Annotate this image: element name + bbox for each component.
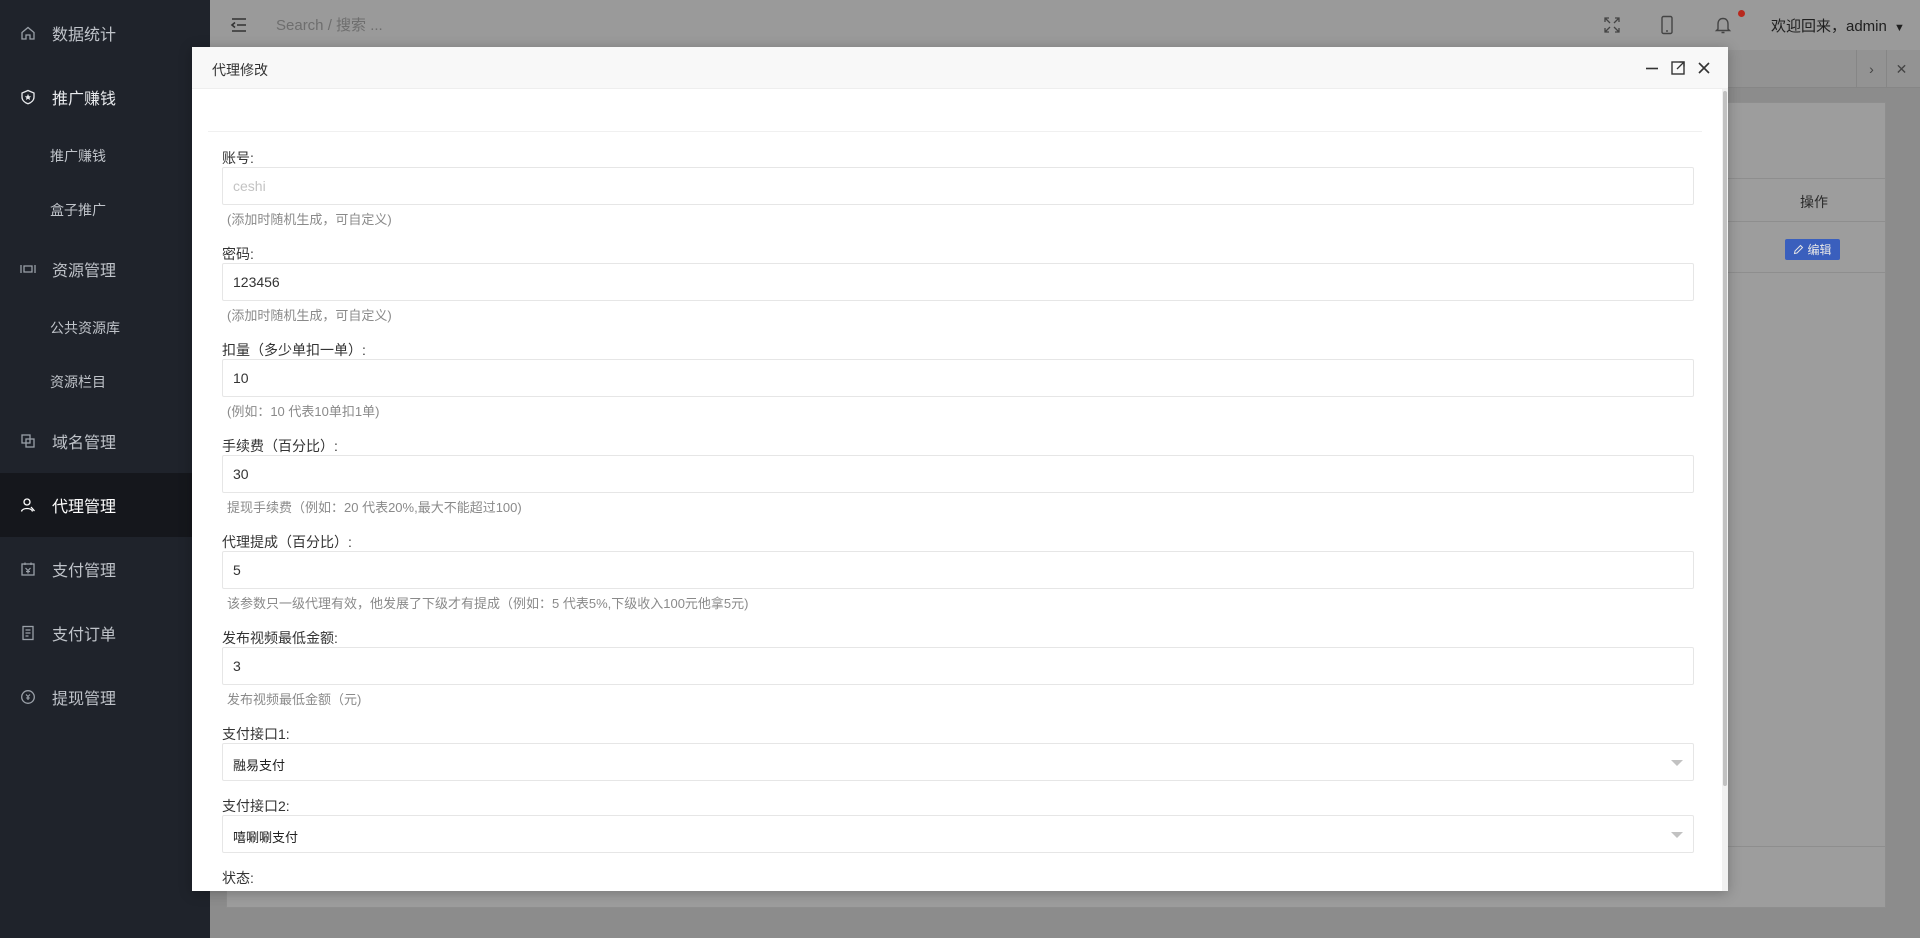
column-header-action: 操作 xyxy=(1800,194,1828,210)
bell-icon[interactable] xyxy=(1712,14,1734,36)
payment-icon xyxy=(21,562,35,576)
fee-help: 提现手续费（例如：20 代表20%,最大不能超过100) xyxy=(227,500,522,515)
order-icon xyxy=(22,625,34,641)
sidebar-subitem-public-library[interactable]: 公共资源库 xyxy=(0,301,210,355)
select-value: 嘻唰唰支付 xyxy=(233,830,299,845)
sidebar-item-label: 公共资源库 xyxy=(50,320,120,336)
agent-icon xyxy=(20,498,35,512)
sidebar-item-label: 支付管理 xyxy=(52,563,117,580)
password-label: 密码: xyxy=(222,246,254,262)
tab-next-button[interactable]: › xyxy=(1856,50,1886,88)
scrollbar-thumb[interactable] xyxy=(1723,91,1727,786)
chevron-down-icon xyxy=(1671,832,1683,838)
account-label: 账号: xyxy=(222,150,254,166)
password-help: (添加时随机生成，可自定义) xyxy=(227,308,392,323)
min-amount-help: 发布视频最低金额（元) xyxy=(227,692,362,707)
close-icon[interactable] xyxy=(1695,59,1713,77)
shield-icon xyxy=(21,89,35,105)
account-field[interactable] xyxy=(222,167,1694,205)
payment-gateway-1-select[interactable]: 融易支付 xyxy=(222,743,1694,781)
modal-title: 代理修改 xyxy=(212,62,268,78)
deduction-label: 扣量（多少单扣一单）: xyxy=(222,342,366,358)
min-amount-label: 发布视频最低金额: xyxy=(222,630,338,646)
password-field[interactable] xyxy=(222,263,1694,301)
payment-gateway-2-label: 支付接口2: xyxy=(222,798,290,814)
sidebar-item-label: 代理管理 xyxy=(52,499,117,516)
top-header: 欢迎回来，admin ▼ xyxy=(210,0,1920,50)
payment-gateway-2-select[interactable]: 嘻唰唰支付 xyxy=(222,815,1694,853)
sidebar-item-label: 域名管理 xyxy=(52,435,117,452)
search-input[interactable] xyxy=(276,15,536,35)
maximize-icon[interactable] xyxy=(1669,59,1687,77)
chevron-down-icon xyxy=(1671,760,1683,766)
min-amount-field[interactable] xyxy=(222,647,1694,685)
deduction-help: (例如：10 代表10单扣1单) xyxy=(227,404,380,419)
tab-close-button[interactable]: ✕ xyxy=(1886,50,1916,88)
user-menu[interactable]: 欢迎回来，admin ▼ xyxy=(1771,15,1905,36)
deduction-field[interactable] xyxy=(222,359,1694,397)
commission-help: 该参数只一级代理有效，他发展了下级才有提成（例如：5 代表5%,下级收入100元… xyxy=(227,596,749,611)
sidebar-subitem-box-promotion[interactable]: 盒子推广 xyxy=(0,183,210,237)
sidebar-item-label: 推广赚钱 xyxy=(52,91,117,108)
user-greeting: 欢迎回来，admin xyxy=(1771,18,1887,35)
resource-icon xyxy=(20,265,36,273)
sidebar-item-label: 提现管理 xyxy=(52,691,117,708)
commission-label: 代理提成（百分比）: xyxy=(222,534,352,550)
mobile-icon[interactable] xyxy=(1656,14,1678,36)
sidebar-item-label: 推广赚钱 xyxy=(50,148,106,164)
menu-toggle-icon[interactable] xyxy=(228,14,250,36)
sidebar-item-label: 支付订单 xyxy=(52,627,117,644)
edit-button[interactable]: 编辑 xyxy=(1785,239,1840,260)
sidebar-item-label: 资源栏目 xyxy=(50,374,106,390)
modal-header: 代理修改 xyxy=(192,47,1728,89)
sidebar-subitem-promotion[interactable]: 推广赚钱 xyxy=(0,129,210,183)
sidebar: 数据统计 推广赚钱 推广赚钱 盒子推广 资源管理 公共资源库 资源栏目 域名管理… xyxy=(0,0,210,938)
fee-field[interactable] xyxy=(222,455,1694,493)
edit-button-label: 编辑 xyxy=(1807,243,1832,257)
fee-label: 手续费（百分比）: xyxy=(222,438,338,454)
chevron-right-icon: › xyxy=(1869,61,1874,77)
sidebar-item-payments[interactable]: 支付管理 xyxy=(0,537,210,601)
sidebar-item-withdrawals[interactable]: 提现管理 xyxy=(0,665,210,729)
withdraw-icon xyxy=(21,690,35,704)
account-help: (添加时随机生成，可自定义) xyxy=(227,212,392,227)
divider xyxy=(208,131,1702,132)
sidebar-item-label: 盒子推广 xyxy=(50,202,106,218)
fullscreen-icon[interactable] xyxy=(1601,14,1623,36)
minimize-icon[interactable] xyxy=(1643,59,1661,77)
select-value: 融易支付 xyxy=(233,758,286,773)
domain-icon xyxy=(21,434,35,448)
sidebar-item-agents[interactable]: 代理管理 xyxy=(0,473,210,537)
modal-body: 账号: (添加时随机生成，可自定义) 密码: (添加时随机生成，可自定义) 扣量… xyxy=(192,89,1728,891)
home-icon xyxy=(21,26,35,40)
notification-dot xyxy=(1738,10,1745,17)
sidebar-item-payment-orders[interactable]: 支付订单 xyxy=(0,601,210,665)
table-header: 操作 xyxy=(1726,178,1886,222)
pencil-icon xyxy=(1794,244,1804,255)
sidebar-item-label: 数据统计 xyxy=(52,27,117,44)
table-row-divider xyxy=(1726,272,1886,273)
table-footer-divider xyxy=(1726,846,1886,847)
sidebar-item-resources[interactable]: 资源管理 xyxy=(0,237,210,301)
sidebar-item-label: 资源管理 xyxy=(52,263,117,280)
sidebar-subitem-resource-columns[interactable]: 资源栏目 xyxy=(0,355,210,409)
sidebar-item-data-stats[interactable]: 数据统计 xyxy=(0,1,210,65)
status-label: 状态: xyxy=(222,870,254,886)
caret-down-icon: ▼ xyxy=(1894,22,1905,34)
sidebar-item-promotion[interactable]: 推广赚钱 xyxy=(0,65,210,129)
close-icon: ✕ xyxy=(1895,60,1908,77)
commission-field[interactable] xyxy=(222,551,1694,589)
sidebar-item-domains[interactable]: 域名管理 xyxy=(0,409,210,473)
edit-agent-modal: 代理修改 账号: (添加时随机生成，可自定义) 密码: (添加时随机生成，可自定… xyxy=(192,47,1728,891)
payment-gateway-1-label: 支付接口1: xyxy=(222,726,290,742)
